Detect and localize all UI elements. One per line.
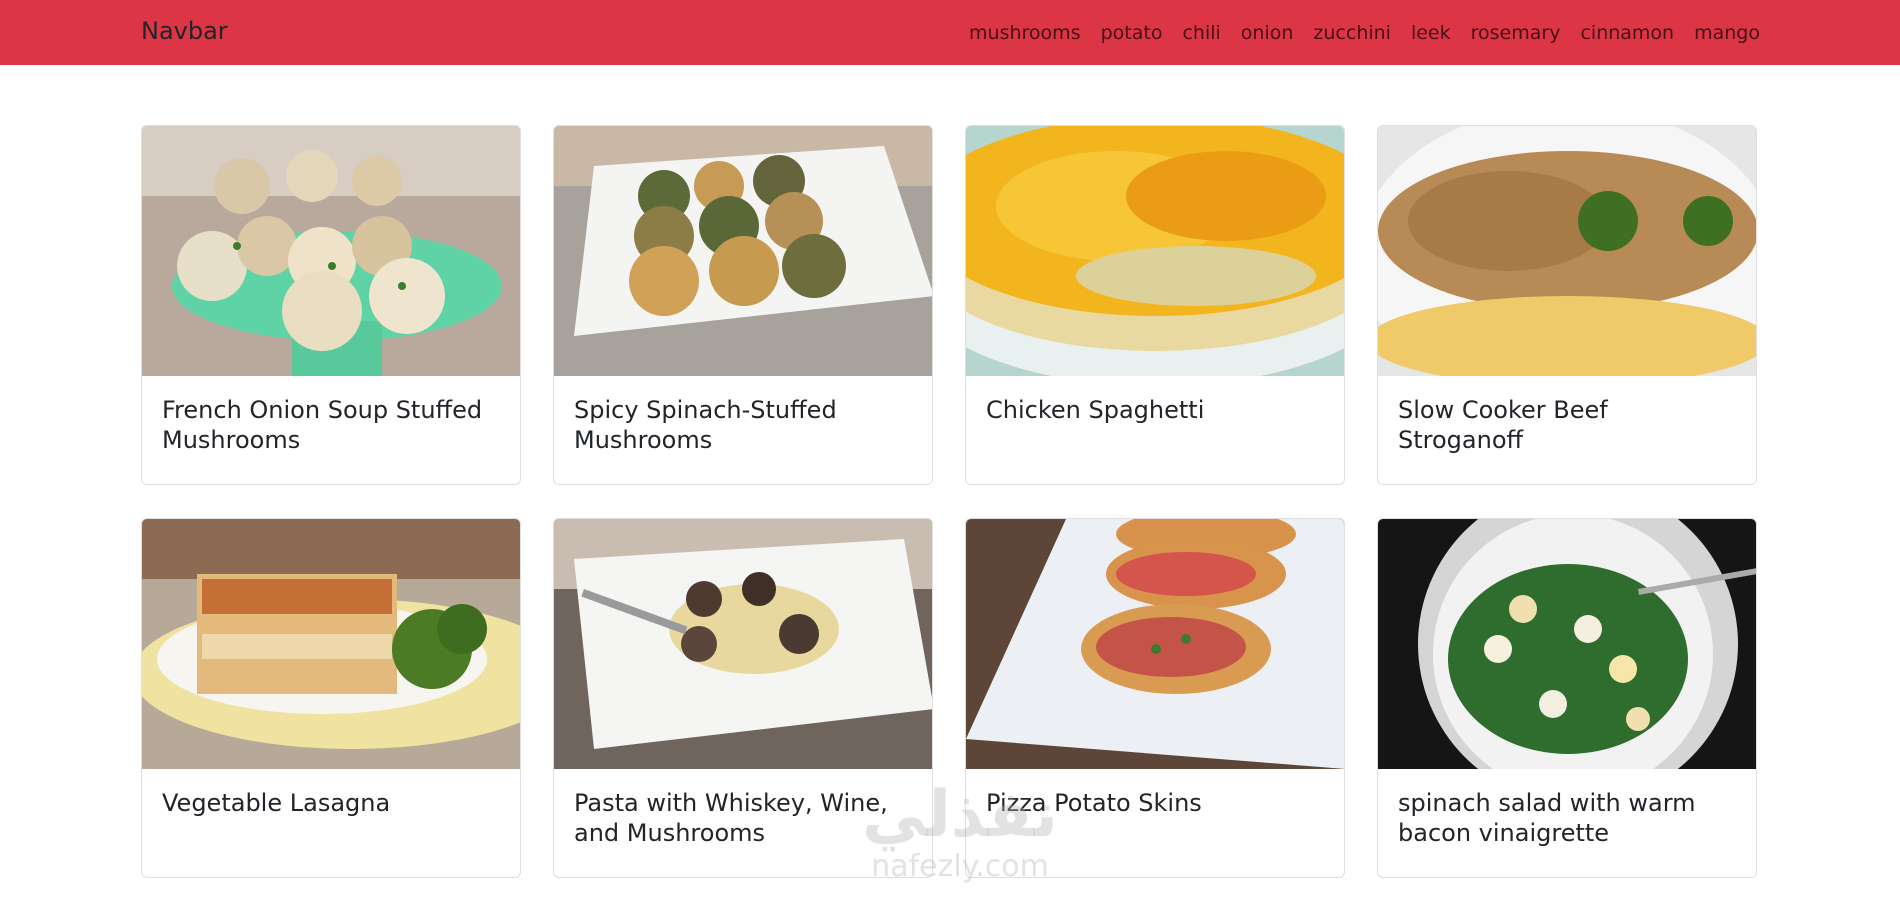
recipe-image [142, 126, 520, 376]
recipe-image [1378, 126, 1756, 376]
navbar-brand[interactable]: Navbar [141, 15, 228, 47]
recipe-title: spinach salad with warm bacon vinaigrett… [1398, 789, 1696, 847]
recipe-card[interactable]: Chicken Spaghetti [965, 125, 1345, 485]
nav-link-potato[interactable]: potato [1101, 22, 1163, 44]
nav-links: mushrooms potato chili onion zucchini le… [969, 0, 1760, 65]
recipe-image [966, 519, 1344, 769]
recipe-card[interactable]: Pizza Potato Skins [965, 518, 1345, 878]
recipe-title: Pizza Potato Skins [986, 789, 1202, 817]
nav-link-cinnamon[interactable]: cinnamon [1580, 22, 1674, 44]
recipe-title: Slow Cooker Beef Stroganoff [1398, 396, 1608, 454]
nav-link-mango[interactable]: mango [1694, 22, 1760, 44]
nav-link-zucchini[interactable]: zucchini [1313, 22, 1391, 44]
recipe-title: Chicken Spaghetti [986, 396, 1205, 424]
recipe-card[interactable]: Slow Cooker Beef Stroganoff [1377, 125, 1757, 485]
recipe-card[interactable]: spinach salad with warm bacon vinaigrett… [1377, 518, 1757, 878]
recipe-title: French Onion Soup Stuffed Mushrooms [162, 396, 483, 454]
nav-link-onion[interactable]: onion [1241, 22, 1294, 44]
nav-link-leek[interactable]: leek [1411, 22, 1451, 44]
recipe-title: Vegetable Lasagna [162, 789, 391, 817]
recipe-card[interactable]: French Onion Soup Stuffed Mushrooms [141, 125, 521, 485]
recipe-card[interactable]: Spicy Spinach-Stuffed Mushrooms [553, 125, 933, 485]
recipe-title: Pasta with Whiskey, Wine, and Mushrooms [574, 789, 888, 847]
recipe-image [142, 519, 520, 769]
navbar: Navbar mushrooms potato chili onion zucc… [0, 0, 1900, 65]
recipe-image [554, 519, 932, 769]
nav-link-mushrooms[interactable]: mushrooms [969, 22, 1081, 44]
recipe-title: Spicy Spinach-Stuffed Mushrooms [574, 396, 837, 454]
recipe-card[interactable]: Pasta with Whiskey, Wine, and Mushrooms [553, 518, 933, 878]
recipe-image [966, 126, 1344, 376]
recipe-image [554, 126, 932, 376]
nav-link-chili[interactable]: chili [1182, 22, 1220, 44]
recipe-image [1378, 519, 1756, 769]
recipe-card[interactable]: Vegetable Lasagna [141, 518, 521, 878]
nav-link-rosemary[interactable]: rosemary [1471, 22, 1561, 44]
